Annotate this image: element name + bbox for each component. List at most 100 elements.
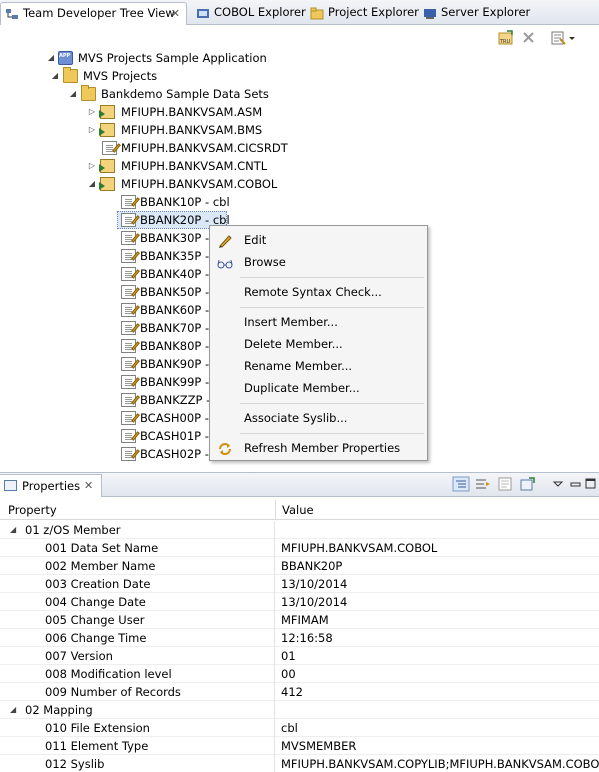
tree-node-member[interactable]: BBANK99P - <box>119 373 209 391</box>
show-advanced-icon[interactable] <box>474 476 492 492</box>
menu-item-delete-member[interactable]: Delete Member... <box>210 333 427 355</box>
pin-icon[interactable] <box>519 476 537 492</box>
tab-properties[interactable]: Properties ✕ <box>0 474 102 497</box>
column-header-value[interactable]: Value <box>282 503 314 517</box>
property-group-row[interactable]: ◢ 01 z/OS Member <box>0 521 599 539</box>
tree-node-dataset[interactable]: ▷ MFIUPH.BANKVSAM.BMS <box>87 121 387 139</box>
property-value: 13/10/2014 <box>281 577 348 591</box>
tree-node-member[interactable]: BBANK30P - <box>119 229 209 247</box>
collapse-arrow-icon[interactable]: ◢ <box>68 85 78 103</box>
menu-item-insert-member[interactable]: Insert Member... <box>210 311 427 333</box>
tree-node-member[interactable]: BBANK40P - <box>119 265 209 283</box>
member-file-icon <box>121 375 140 389</box>
tree-node-dataset[interactable]: ◢ MFIUPH.BANKVSAM.COBOL <box>87 175 387 193</box>
column-divider[interactable] <box>275 500 276 520</box>
tree-node-member[interactable]: BBANK70P - <box>119 319 209 337</box>
close-icon[interactable]: ✕ <box>84 475 93 497</box>
property-cell: 003 Creation Date <box>0 575 275 593</box>
expand-arrow-icon[interactable]: ▷ <box>87 157 97 175</box>
show-categories-icon[interactable] <box>452 476 470 492</box>
filter-icon[interactable] <box>497 476 515 492</box>
property-row[interactable]: 003 Creation Date 13/10/2014 <box>0 575 599 593</box>
refresh-tree-icon[interactable]: TRU <box>497 30 515 46</box>
member-file-icon <box>121 303 140 317</box>
property-value: 01 <box>281 649 296 663</box>
tree-node-member[interactable]: BBANK60P - <box>119 301 209 319</box>
collapse-arrow-icon[interactable]: ◢ <box>10 701 16 719</box>
menu-item-refresh-member-properties[interactable]: Refresh Member Properties <box>210 437 427 459</box>
menu-item-label: Insert Member... <box>244 315 338 329</box>
member-file-icon <box>121 321 140 335</box>
close-icon[interactable]: ✕ <box>171 3 180 24</box>
property-row[interactable]: 010 File Extension cbl <box>0 719 599 737</box>
collapse-arrow-icon[interactable]: ◢ <box>10 521 16 539</box>
expand-arrow-icon[interactable]: ▷ <box>87 103 97 121</box>
menu-item-label: Browse <box>244 255 286 269</box>
menu-item-browse[interactable]: Browse <box>210 251 427 273</box>
view-menu-icon[interactable] <box>550 30 576 46</box>
menu-item-label: Remote Syntax Check... <box>244 285 382 299</box>
minimize-icon[interactable] <box>570 476 582 492</box>
property-group-row[interactable]: ◢ 02 Mapping <box>0 701 599 719</box>
expand-arrow-icon[interactable]: ▷ <box>87 121 97 139</box>
property-row[interactable]: 006 Change Time 12:16:58 <box>0 629 599 647</box>
tab-label: Team Developer Tree View <box>23 6 175 20</box>
context-menu: Edit Browse Remote Syntax Check... Inser… <box>209 225 428 461</box>
tab-cobol-explorer[interactable]: COBOL Explorer <box>192 2 306 25</box>
tab-label: Server Explorer <box>441 5 531 19</box>
tree-node-dataset[interactable]: ▷ MFIUPH.BANKVSAM.CNTL <box>87 157 387 175</box>
property-row[interactable]: 005 Change User MFIMAM <box>0 611 599 629</box>
maximize-icon[interactable] <box>585 476 597 492</box>
tree-node-member[interactable]: BBANK50P - <box>119 283 209 301</box>
property-row[interactable]: 009 Number of Records 412 <box>0 683 599 701</box>
collapse-arrow-icon[interactable]: ◢ <box>46 49 56 67</box>
tree-node-label: BBANK35P - <box>140 249 210 263</box>
menu-item-edit[interactable]: Edit <box>210 229 427 251</box>
menu-item-duplicate-member[interactable]: Duplicate Member... <box>210 377 427 399</box>
menu-item-remote-syntax-check[interactable]: Remote Syntax Check... <box>210 281 427 303</box>
tab-label: COBOL Explorer <box>214 5 306 19</box>
property-name: 003 Creation Date <box>45 577 151 591</box>
column-header-property[interactable]: Property <box>8 503 57 517</box>
tree-node-member[interactable]: BCASH00P - <box>119 409 209 427</box>
tree-node-dataset[interactable]: ▷ MFIUPH.BANKVSAM.ASM <box>87 103 387 121</box>
tree-node-label: BBANK10P - cbl <box>140 195 230 209</box>
tab-project-explorer[interactable]: Project Explorer <box>306 2 419 25</box>
view-menu-icon[interactable] <box>552 476 564 492</box>
property-row[interactable]: 001 Data Set Name MFIUPH.BANKVSAM.COBOL <box>0 539 599 557</box>
menu-item-rename-member[interactable]: Rename Member... <box>210 355 427 377</box>
property-name: 01 z/OS Member <box>25 523 121 537</box>
property-row[interactable]: 012 Syslib MFIUPH.BANKVSAM.COPYLIB;MFIUP… <box>0 755 599 772</box>
tree-node-member[interactable]: BBANK35P - <box>119 247 209 265</box>
dataset-icon <box>99 123 115 137</box>
tree-node-member[interactable]: BCASH01P - <box>119 427 209 445</box>
property-cell: 001 Data Set Name <box>0 539 275 557</box>
collapse-arrow-icon[interactable]: ◢ <box>87 175 97 193</box>
property-row[interactable]: 007 Version 01 <box>0 647 599 665</box>
property-row[interactable]: 011 Element Type MVSMEMBER <box>0 737 599 755</box>
property-row[interactable]: 008 Modification level 00 <box>0 665 599 683</box>
tab-server-explorer[interactable]: Server Explorer <box>419 2 531 25</box>
tree-node-member[interactable]: BBANK10P - cbl <box>119 193 239 211</box>
tree-node-label: MVS Projects Sample Application <box>78 51 267 65</box>
tab-team-developer-tree-view[interactable]: Team Developer Tree View ✕ <box>0 2 187 25</box>
tree-node-label: Bankdemo Sample Data Sets <box>101 87 269 101</box>
menu-item-associate-syslib[interactable]: Associate Syslib... <box>210 407 427 429</box>
tree-node-member[interactable]: BCASH02P - <box>119 445 209 463</box>
tree-node-projects[interactable]: ◢ MVS Projects <box>50 67 350 85</box>
tree-node-member[interactable]: BBANKZZP - <box>119 391 210 409</box>
delete-icon[interactable] <box>520 30 538 46</box>
svg-text:TRU: TRU <box>499 39 511 45</box>
tree-node-group[interactable]: ◢ Bankdemo Sample Data Sets <box>68 85 368 103</box>
property-row[interactable]: 004 Change Date 13/10/2014 <box>0 593 599 611</box>
property-row[interactable]: 002 Member Name BBANK20P <box>0 557 599 575</box>
tree-node-root[interactable]: ◢ MVS Projects Sample Application <box>46 47 346 67</box>
property-cell: 006 Change Time <box>0 629 275 647</box>
menu-item-label: Delete Member... <box>244 337 343 351</box>
tree-node-member[interactable]: BBANK80P - <box>119 337 209 355</box>
tree-node-dataset[interactable]: MFIUPH.BANKVSAM.CICSRDT <box>87 139 387 157</box>
view-tab-bar: Team Developer Tree View ✕ COBOL Explore… <box>0 0 599 25</box>
tree-node-member[interactable]: BBANK90P - <box>119 355 209 373</box>
property-name: 012 Syslib <box>45 757 105 771</box>
collapse-arrow-icon[interactable]: ◢ <box>50 67 60 85</box>
